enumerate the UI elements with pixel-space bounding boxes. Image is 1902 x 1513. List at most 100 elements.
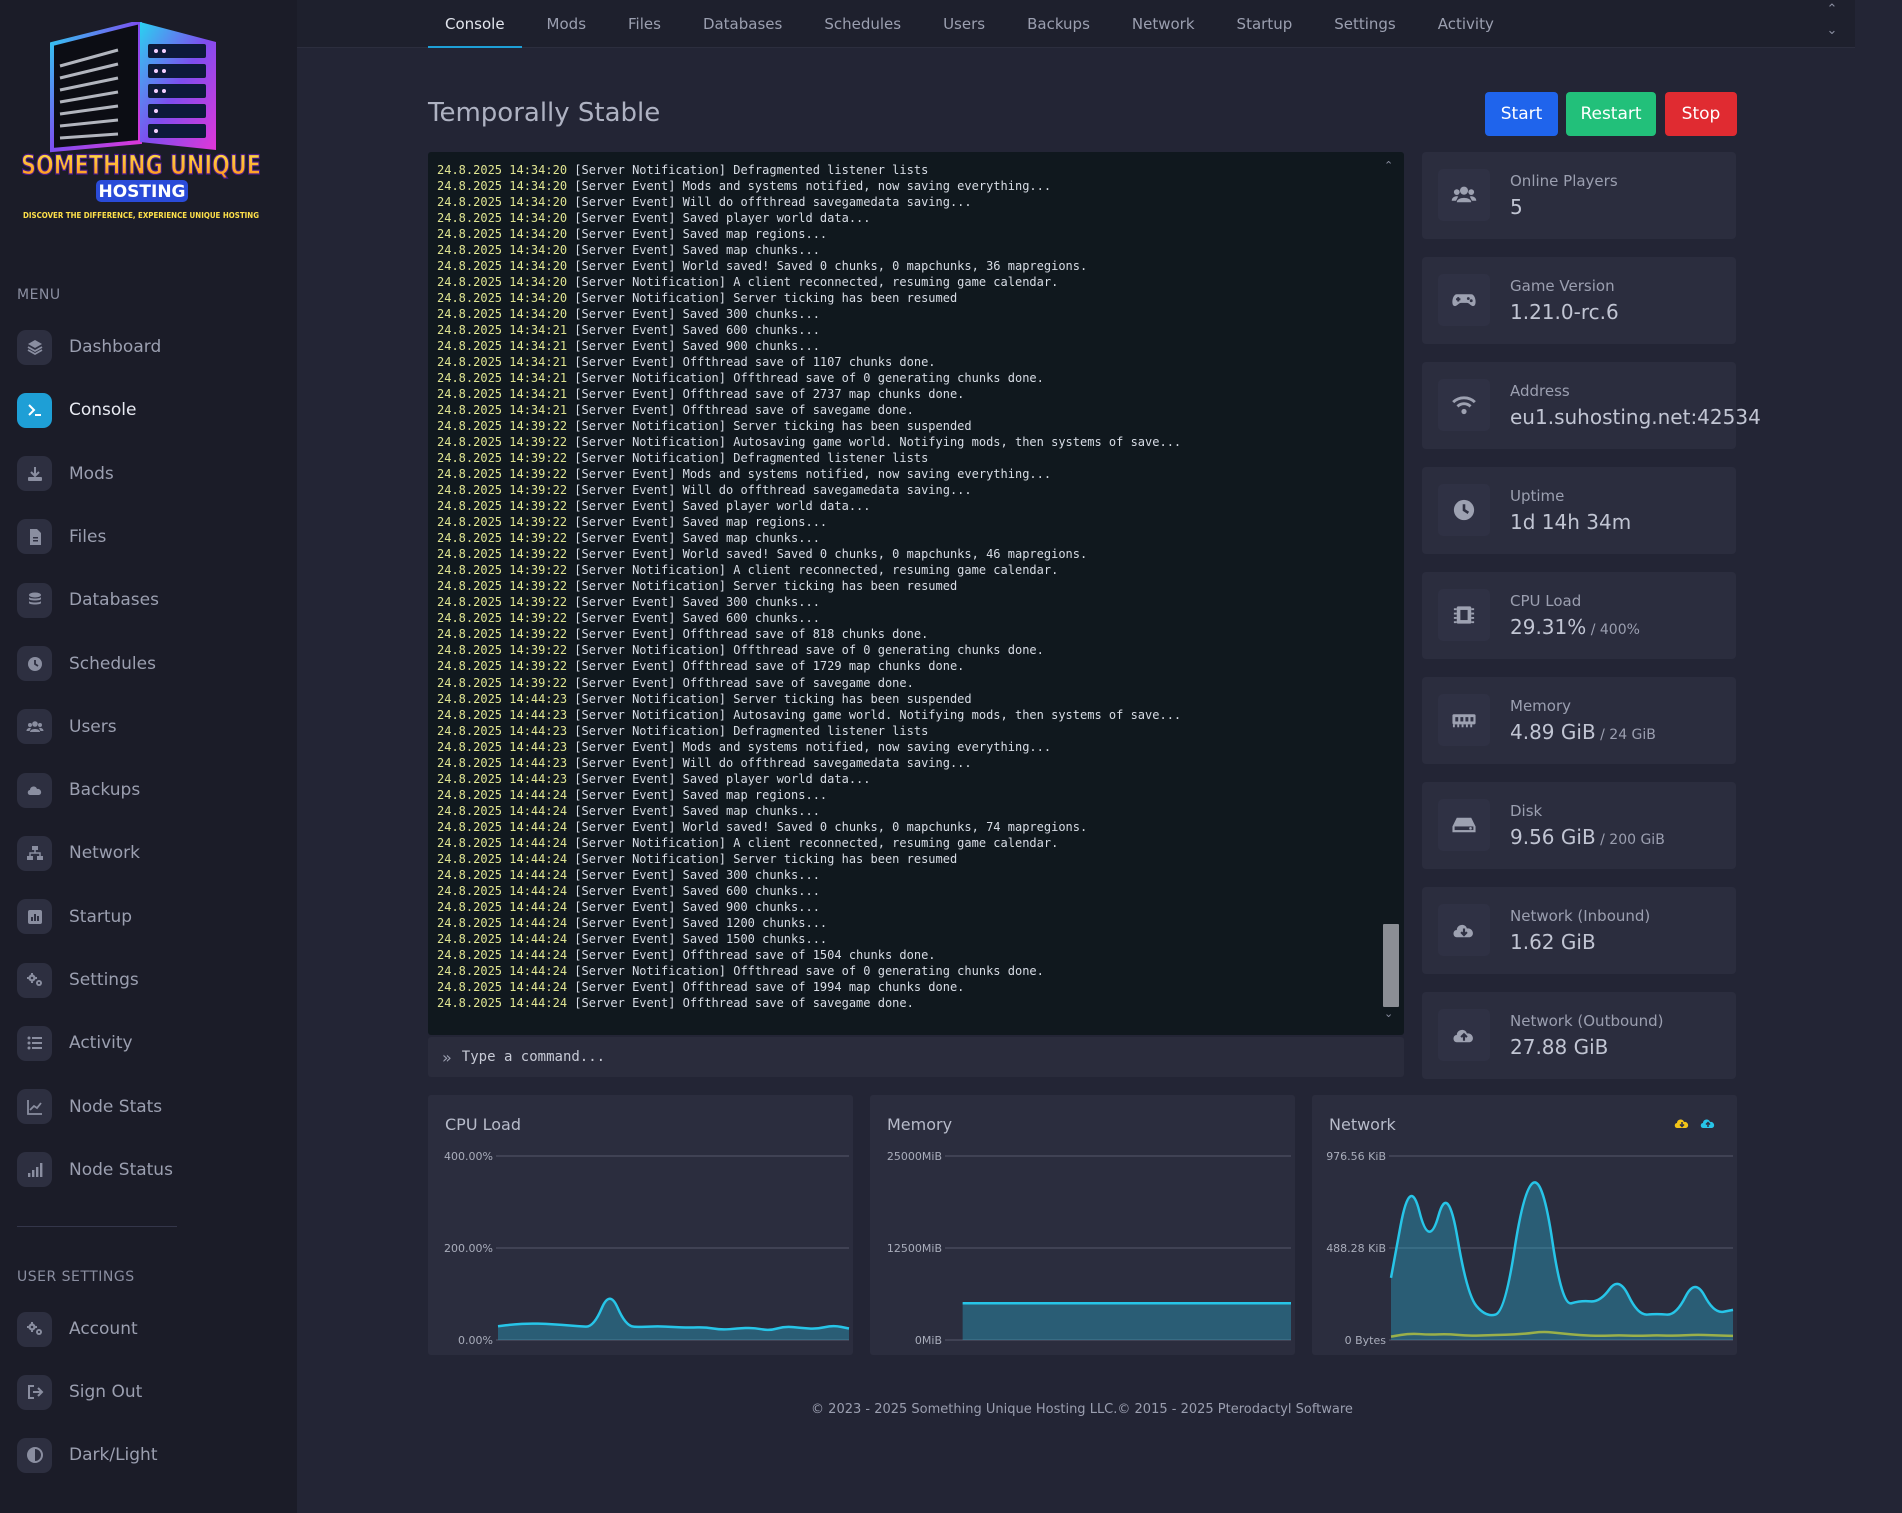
sidebar-item-users[interactable]: Users [17,707,117,747]
console-message: [Server Notification] Autosaving game wo… [574,435,1182,450]
stat-value-main: 27.88 GiB [1510,1035,1609,1059]
sidebar-item-network[interactable]: Network [17,833,140,873]
tab-schedules[interactable]: Schedules [807,0,918,48]
tab-databases[interactable]: Databases [686,0,799,48]
console-message: [Server Notification] A client reconnect… [574,835,1059,850]
console-message: [Server Event] Saved player world data..… [574,499,871,514]
tab-users[interactable]: Users [926,0,1002,48]
console-output[interactable]: 24.8.2025 14:34:20 [Server Notification]… [428,152,1404,1035]
tab-mods[interactable]: Mods [530,0,603,48]
console-timestamp: 24.8.2025 14:44:24 [437,883,568,898]
chevron-down-icon[interactable]: ⌄ [1809,23,1855,38]
stat-card-cpu-load: CPU Load 29.31% / 400% [1422,572,1736,659]
sidebar-item-node-status[interactable]: Node Status [17,1150,173,1190]
console-timestamp: 24.8.2025 14:34:20 [437,179,568,194]
console-message: [Server Notification] Server ticking has… [574,851,958,866]
graph-memory: Memory 25000MiB 12500MiB 0MiB [870,1095,1295,1355]
console-message: [Server Event] Offthread save of savegam… [574,675,914,690]
tab-console[interactable]: Console [428,0,522,48]
console-timestamp: 24.8.2025 14:44:23 [437,739,568,754]
console-timestamp: 24.8.2025 14:34:21 [437,403,568,418]
tab-files[interactable]: Files [611,0,678,48]
wifi-icon [1452,396,1476,415]
sidebar-item-sign-out[interactable]: Sign Out [17,1372,142,1412]
tab-settings[interactable]: Settings [1317,0,1413,48]
console-message: [Server Event] Saved 600 chunks... [574,323,820,338]
console-line: 24.8.2025 14:39:22 [Server Event] Mods a… [437,466,1367,482]
console-line: 24.8.2025 14:39:22 [Server Event] Saved … [437,514,1367,530]
console-line: 24.8.2025 14:39:22 [Server Event] Saved … [437,498,1367,514]
stat-label: Game Version [1510,277,1615,295]
y-tick-label: 0.00% [458,1334,493,1347]
console-message: [Server Event] Mods and systems notified… [574,739,1052,754]
stop-button[interactable]: Stop [1665,92,1737,136]
console-line: 24.8.2025 14:44:23 [Server Notification]… [437,723,1367,739]
layers-icon [17,329,52,365]
sidebar-item-databases[interactable]: Databases [17,580,159,620]
sidebar-item-dark-light[interactable]: Dark/Light [17,1435,158,1475]
gears-icon [26,1322,42,1335]
console-message: [Server Event] Offthread save of 1729 ma… [574,659,965,674]
console-message: [Server Event] Mods and systems notified… [574,467,1052,482]
sidebar-item-settings[interactable]: Settings [17,960,139,1000]
command-input[interactable] [461,1042,1362,1072]
console-timestamp: 24.8.2025 14:44:24 [437,899,568,914]
sidebar-item-account[interactable]: Account [17,1309,138,1349]
sidebar-item-label: Account [69,1319,138,1339]
signal-bars-icon [17,1152,52,1188]
console-line: 24.8.2025 14:34:20 [Server Event] Saved … [437,210,1367,226]
console-timestamp: 24.8.2025 14:34:20 [437,163,568,177]
sidebar-item-backups[interactable]: Backups [17,770,140,810]
tab-network[interactable]: Network [1115,0,1212,48]
console-timestamp: 24.8.2025 14:34:20 [437,291,568,306]
console-line: 24.8.2025 14:44:23 [Server Event] Mods a… [437,739,1367,755]
console-message: [Server Event] Mods and systems notified… [574,179,1052,194]
console-timestamp: 24.8.2025 14:39:22 [437,563,568,578]
console-message: [Server Notification] Server ticking has… [574,579,958,594]
console-timestamp: 24.8.2025 14:34:20 [437,307,568,322]
sign-out-icon [17,1374,52,1410]
sidebar-item-schedules[interactable]: Schedules [17,644,156,684]
console-timestamp: 24.8.2025 14:39:22 [437,675,568,690]
y-tick-label: 200.00% [444,1242,493,1255]
page-scroll-arrows[interactable]: ⌃ ⌄ [1809,0,1855,48]
restart-button[interactable]: Restart [1566,92,1656,136]
series-area [962,1303,1291,1340]
brand-logo[interactable]: SOMETHING UNIQUE HOSTING DISCOVER THE DI… [16,22,266,227]
scroll-up-icon[interactable]: ⌃ [1384,159,1393,172]
stat-value-limit: / 400% [1586,622,1640,638]
stat-value: 5 [1510,195,1523,219]
console-line: 24.8.2025 14:44:24 [Server Event] Offthr… [437,979,1367,995]
console-timestamp: 24.8.2025 14:44:24 [437,995,568,1010]
console-message: [Server Notification] A client reconnect… [574,275,1059,290]
sidebar-item-node-stats[interactable]: Node Stats [17,1087,162,1127]
sidebar-item-dashboard[interactable]: Dashboard [17,327,161,367]
sidebar-item-label: Dark/Light [69,1445,158,1465]
stat-value: 1d 14h 34m [1510,510,1631,534]
sidebar-item-mods[interactable]: Mods [17,454,114,494]
scroll-down-icon[interactable]: ⌄ [1384,1007,1393,1020]
console-scrollbar[interactable]: ⌃ ⌄ [1376,152,1404,1035]
chevron-up-icon[interactable]: ⌃ [1809,2,1855,17]
scrollbar-thumb[interactable] [1383,924,1399,1007]
console-message: [Server Notification] Server ticking has… [574,419,972,434]
sidebar-item-activity[interactable]: Activity [17,1023,133,1063]
tab-startup[interactable]: Startup [1220,0,1310,48]
stat-label: Memory [1510,697,1572,715]
network-icon [17,835,52,871]
sidebar-item-files[interactable]: Files [17,517,106,557]
console-line: 24.8.2025 14:44:24 [Server Event] Saved … [437,883,1367,899]
tab-activity[interactable]: Activity [1421,0,1511,48]
console-message: [Server Event] Saved 600 chunks... [574,883,820,898]
sidebar-item-console[interactable]: Console [17,390,137,430]
start-button[interactable]: Start [1485,92,1558,136]
stat-value: eu1.suhosting.net:42534 [1510,405,1761,429]
sidebar-item-startup[interactable]: Startup [17,897,132,937]
console-message: [Server Event] Saved player world data..… [574,211,871,226]
console-timestamp: 24.8.2025 14:34:20 [437,275,568,290]
console-message: [Server Event] Offthread save of 818 chu… [574,627,929,642]
user-settings-heading: USER SETTINGS [17,1269,135,1285]
tab-backups[interactable]: Backups [1010,0,1107,48]
list-icon [17,1025,52,1061]
stat-card-uptime: Uptime 1d 14h 34m [1422,467,1736,554]
